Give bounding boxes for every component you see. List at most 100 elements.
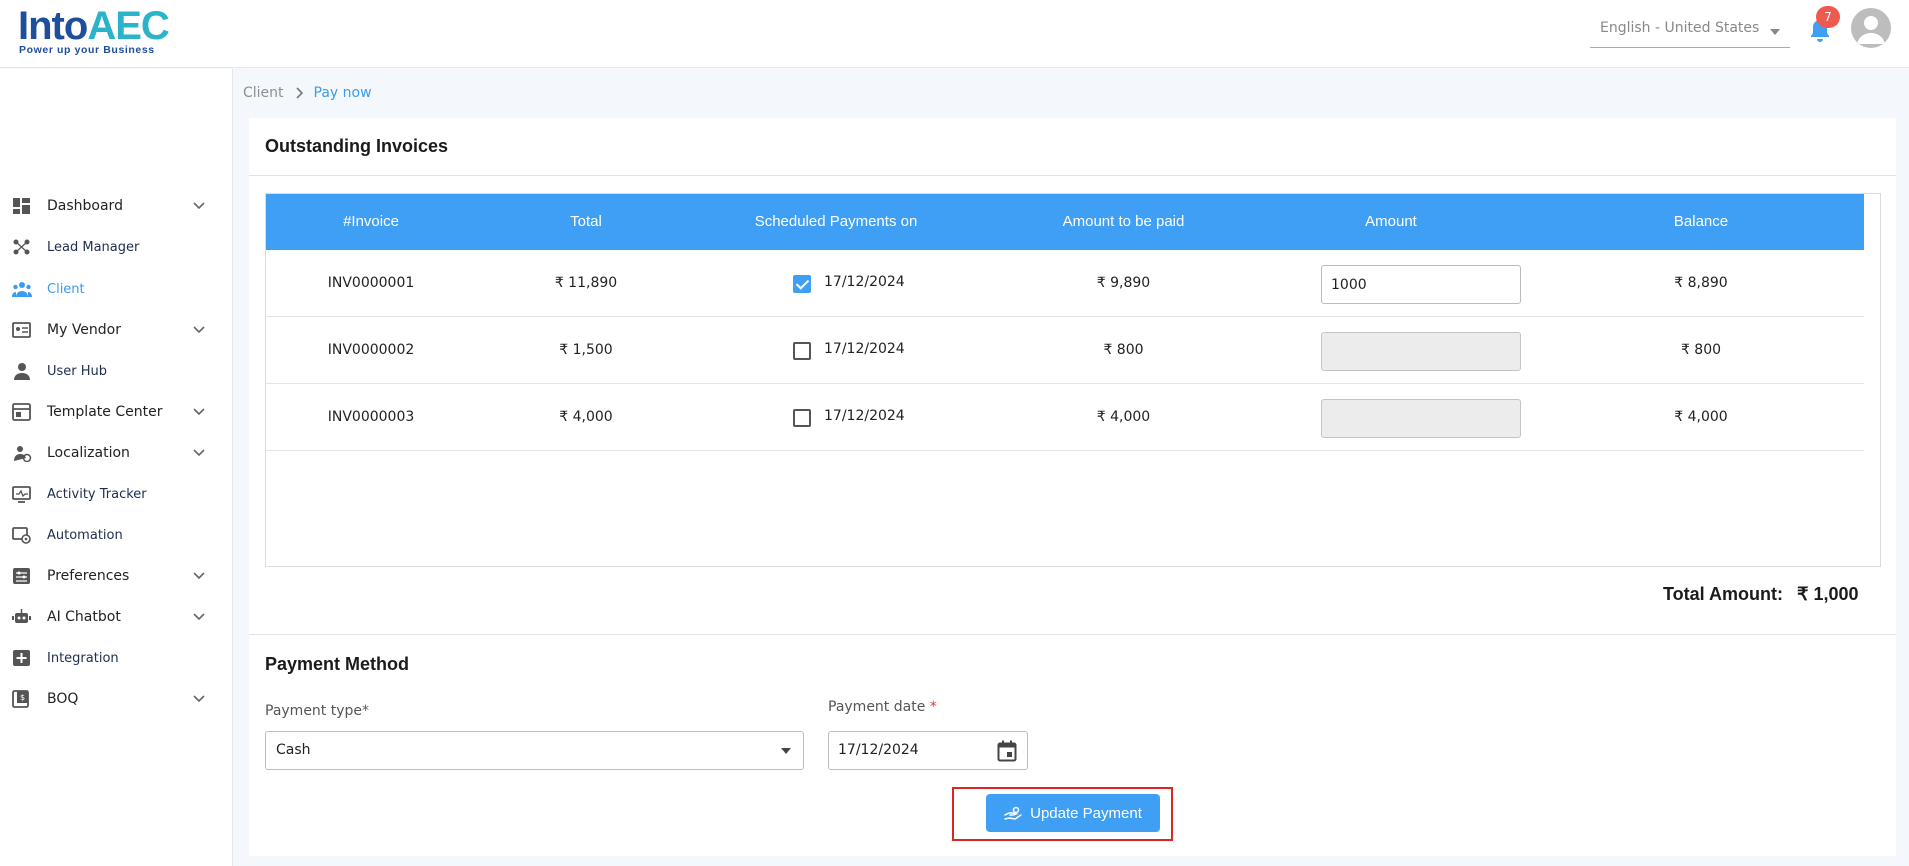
payment-hand-icon bbox=[1004, 806, 1022, 820]
sidebar-item-dashboard[interactable]: Dashboard bbox=[0, 188, 233, 224]
chevron-down-icon[interactable] bbox=[193, 694, 205, 704]
localization-icon bbox=[14, 446, 32, 462]
invoice-balance: ₹ 4,000 bbox=[1674, 409, 1728, 425]
calendar-icon[interactable] bbox=[997, 740, 1017, 762]
amount-to-pay: ₹ 9,890 bbox=[1096, 275, 1151, 291]
col-amount: Amount bbox=[1365, 213, 1417, 230]
col-scheduled: Scheduled Payments on bbox=[754, 213, 918, 230]
sidebar-item-label: Localization bbox=[47, 445, 130, 461]
invoice-balance: ₹ 8,890 bbox=[1674, 275, 1728, 291]
invoice-balance: ₹ 800 bbox=[1680, 342, 1722, 358]
sidebar-item-localization[interactable]: Localization bbox=[0, 435, 233, 471]
chevron-down-icon[interactable] bbox=[193, 325, 205, 335]
boq-icon: $ bbox=[12, 690, 29, 708]
logo-main-text: Into bbox=[18, 4, 88, 48]
invoice-total: ₹ 1,500 bbox=[559, 342, 613, 358]
sidebar-item-label: Preferences bbox=[47, 568, 130, 584]
amount-input[interactable] bbox=[1321, 265, 1521, 304]
sidebar-item-label: Lead Manager bbox=[47, 239, 140, 255]
invoice-total: ₹ 11,890 bbox=[554, 275, 618, 291]
sidebar-item-boq[interactable]: $ BOQ bbox=[0, 681, 233, 717]
scheduled-date: 17/12/2024 bbox=[824, 274, 905, 290]
schedule-checkbox[interactable] bbox=[793, 342, 811, 360]
divider bbox=[249, 634, 1896, 635]
lead-manager-icon bbox=[13, 239, 30, 255]
sidebar-item-template-center[interactable]: Template Center bbox=[0, 394, 233, 430]
update-payment-button[interactable]: Update Payment bbox=[986, 794, 1160, 832]
payment-type-label: Payment type* bbox=[265, 703, 370, 719]
breadcrumb-client[interactable]: Client bbox=[243, 85, 284, 101]
chevron-down-icon[interactable] bbox=[193, 571, 205, 581]
col-total: Total bbox=[570, 213, 602, 230]
table-row: INV0000001 ₹ 11,890 17/12/2024 ₹ 9,890 ₹… bbox=[266, 250, 1864, 317]
total-amount: Total Amount: ₹ 1,000 bbox=[1663, 584, 1858, 605]
sidebar-item-integration[interactable]: Integration bbox=[0, 640, 233, 676]
amount-input[interactable] bbox=[1321, 332, 1521, 371]
sidebar-item-label: AI Chatbot bbox=[47, 609, 121, 625]
sidebar-item-label: Automation bbox=[47, 527, 123, 543]
preferences-icon bbox=[13, 568, 30, 584]
chevron-down-icon bbox=[1770, 29, 1780, 35]
sidebar-item-label: BOQ bbox=[47, 691, 79, 707]
avatar[interactable] bbox=[1851, 8, 1891, 48]
payment-date-label-text: Payment date bbox=[828, 699, 926, 715]
schedule-checkbox[interactable] bbox=[793, 409, 811, 427]
sidebar-item-preferences[interactable]: Preferences bbox=[0, 558, 233, 594]
sidebar-item-activity-tracker[interactable]: Activity Tracker bbox=[0, 476, 233, 512]
amount-to-pay: ₹ 4,000 bbox=[1096, 409, 1151, 425]
total-amount-label: Total Amount: bbox=[1663, 584, 1783, 604]
logo-tagline: Power up your Business bbox=[19, 44, 155, 56]
vendor-icon bbox=[12, 322, 31, 338]
payment-type-value: Cash bbox=[276, 742, 311, 758]
sidebar-item-ai-chatbot[interactable]: AI Chatbot bbox=[0, 599, 233, 635]
outstanding-invoices-title: Outstanding Invoices bbox=[265, 136, 449, 156]
sidebar-item-label: User Hub bbox=[47, 363, 108, 379]
chevron-down-icon[interactable] bbox=[193, 407, 205, 417]
template-icon bbox=[12, 403, 31, 421]
payment-date-label: Payment date * bbox=[828, 699, 937, 715]
client-icon bbox=[12, 282, 32, 297]
language-select[interactable]: English - United States bbox=[1590, 14, 1790, 48]
scheduled-date: 17/12/2024 bbox=[824, 341, 905, 357]
sidebar-item-automation[interactable]: Automation bbox=[0, 517, 233, 553]
svg-text:$: $ bbox=[20, 693, 25, 702]
chevron-down-icon[interactable] bbox=[193, 612, 205, 622]
app-logo[interactable]: IntoAEC Power up your Business bbox=[18, 4, 170, 56]
dashboard-icon bbox=[13, 198, 30, 214]
sidebar-item-label: Client bbox=[47, 281, 85, 297]
sidebar-item-label: My Vendor bbox=[47, 322, 121, 338]
required-marker: * bbox=[929, 699, 937, 715]
sidebar-item-label: Dashboard bbox=[47, 198, 123, 214]
language-value: English - United States bbox=[1600, 20, 1760, 36]
chevron-down-icon[interactable] bbox=[193, 201, 205, 211]
integration-icon bbox=[13, 650, 30, 666]
invoice-number: INV0000002 bbox=[327, 342, 415, 358]
invoice-table: #Invoice Total Scheduled Payments on Amo… bbox=[265, 193, 1881, 567]
total-amount-value: ₹ 1,000 bbox=[1796, 584, 1859, 604]
amount-input[interactable] bbox=[1321, 399, 1521, 438]
sidebar-item-client[interactable]: Client bbox=[0, 271, 233, 307]
logo-accent-text: AEC bbox=[87, 4, 169, 48]
amount-to-pay: ₹ 800 bbox=[1103, 342, 1144, 358]
sidebar-item-my-vendor[interactable]: My Vendor bbox=[0, 312, 233, 348]
sidebar-item-lead-manager[interactable]: Lead Manager bbox=[0, 229, 233, 265]
sidebar-item-user-hub[interactable]: User Hub bbox=[0, 353, 233, 389]
schedule-checkbox[interactable] bbox=[793, 275, 811, 293]
chevron-down-icon bbox=[781, 748, 791, 754]
payment-method-title: Payment Method bbox=[265, 654, 410, 674]
user-avatar-icon bbox=[1857, 16, 1885, 44]
chevron-right-icon bbox=[295, 87, 303, 99]
payment-date-field[interactable]: 17/12/2024 bbox=[828, 731, 1028, 770]
sidebar: Dashboard Lead Manager Client My Vendor User… bbox=[0, 69, 233, 866]
chatbot-icon bbox=[12, 609, 31, 623]
invoice-number: INV0000001 bbox=[327, 275, 415, 291]
activity-icon bbox=[12, 486, 31, 503]
col-amount-to-pay: Amount to be paid bbox=[1062, 213, 1185, 230]
payment-type-select[interactable]: Cash bbox=[265, 731, 804, 770]
breadcrumb: Client Pay now bbox=[243, 85, 372, 101]
chevron-down-icon[interactable] bbox=[193, 448, 205, 458]
update-payment-label: Update Payment bbox=[1030, 804, 1142, 822]
scheduled-date: 17/12/2024 bbox=[824, 408, 905, 424]
sidebar-item-label: Activity Tracker bbox=[47, 486, 147, 502]
table-header: #Invoice Total Scheduled Payments on Amo… bbox=[266, 194, 1864, 250]
